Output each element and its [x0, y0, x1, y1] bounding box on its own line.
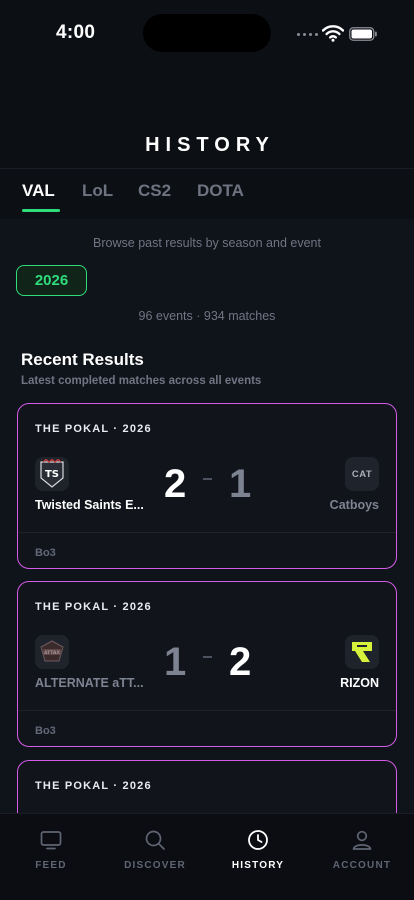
alternate-attax-logo: ATTAX: [35, 635, 69, 669]
team1-name: Twisted Saints E...: [35, 498, 144, 512]
page-title: HISTORY: [145, 134, 275, 156]
page-subtitle: Browse past results by season and event: [93, 236, 321, 250]
recent-results-title: Recent Results: [21, 350, 144, 369]
card-divider: [18, 710, 396, 711]
event-name: THE POKAL · 2026: [35, 423, 152, 435]
tv-icon: [40, 831, 62, 850]
status-time: 4:00: [56, 22, 96, 43]
history-screen: 4:00 HISTORY VAL LoL CS2 DOTA Browse pas…: [0, 0, 414, 900]
nav-history[interactable]: HISTORY: [213, 828, 303, 871]
recent-results-subtitle: Latest completed matches across all even…: [21, 375, 262, 387]
tab-val[interactable]: VAL: [22, 181, 55, 201]
bottom-navigation: FEED DISCOVER HISTORY ACCOUNT: [0, 813, 414, 900]
team1-name: ALTERNATE aTT...: [35, 676, 144, 690]
nav-account-label: ACCOUNT: [332, 860, 392, 871]
tab-lol[interactable]: LoL: [82, 181, 113, 201]
battery-icon: [349, 27, 377, 41]
team2-score: 1: [229, 462, 252, 506]
nav-discover[interactable]: DISCOVER: [110, 828, 200, 871]
tab-dota[interactable]: DOTA: [197, 181, 244, 201]
catboys-logo: CAT: [345, 457, 379, 491]
card-divider: [18, 532, 396, 533]
season-chip[interactable]: 2026: [16, 265, 87, 296]
match-format: Bo3: [35, 547, 56, 559]
status-bar: 4:00: [0, 0, 414, 60]
active-tab-indicator: [22, 209, 60, 212]
event-name: THE POKAL · 2026: [35, 601, 152, 613]
game-tabs: VAL LoL CS2 DOTA: [0, 169, 414, 219]
clock-icon: [248, 830, 268, 850]
search-icon: [145, 830, 165, 850]
nav-account[interactable]: ACCOUNT: [317, 828, 407, 871]
team2-score: 2: [229, 640, 252, 684]
events-summary: 96 events · 934 matches: [138, 309, 276, 323]
svg-text:TS: TS: [45, 469, 59, 480]
rizon-logo: [345, 635, 379, 669]
team2-logo-text: CAT: [351, 468, 373, 480]
team2-name: Catboys: [329, 498, 379, 512]
nav-feed-label: FEED: [35, 860, 67, 871]
tab-cs2[interactable]: CS2: [138, 181, 171, 201]
match-card[interactable]: THE POKAL · 2026 TS Twisted Saints E... …: [17, 403, 397, 569]
match-card[interactable]: THE POKAL · 2026 ATTAX ALTERNATE aTT... …: [17, 581, 397, 747]
nav-history-label: HISTORY: [231, 860, 285, 871]
score-separator: [203, 656, 212, 658]
nav-feed[interactable]: FEED: [6, 828, 96, 871]
score-separator: [203, 478, 212, 480]
twisted-saints-logo: TS: [35, 457, 69, 491]
wifi-icon: [322, 25, 344, 42]
dynamic-island: [143, 14, 271, 52]
team1-score: 2: [164, 462, 187, 506]
team2-name: RIZON: [340, 676, 379, 690]
team1-score: 1: [164, 640, 187, 684]
match-format: Bo3: [35, 725, 56, 737]
event-name: THE POKAL · 2026: [35, 780, 152, 792]
user-icon: [352, 830, 372, 850]
svg-text:ATTAX: ATTAX: [44, 650, 61, 656]
nav-discover-label: DISCOVER: [124, 860, 186, 871]
cellular-signal-icon: [297, 33, 318, 36]
